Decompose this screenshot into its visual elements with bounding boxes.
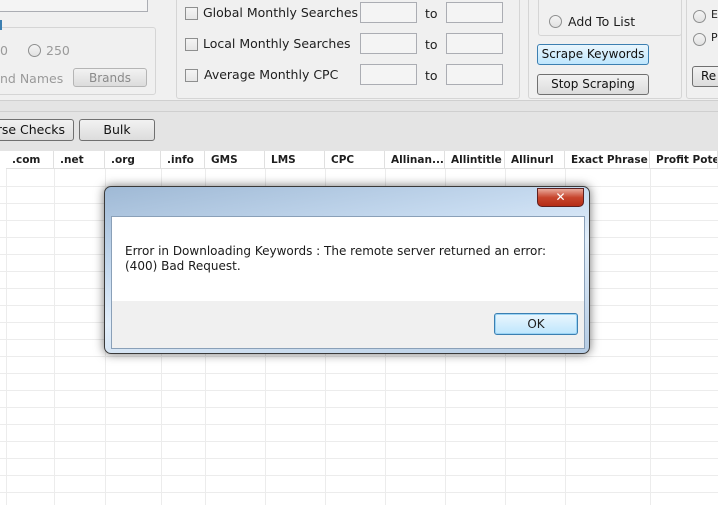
radio-250-label: 250 — [46, 43, 70, 58]
close-icon[interactable]: ✕ — [537, 188, 584, 207]
brands-button[interactable]: Brands — [73, 68, 147, 87]
grid-column-line — [6, 169, 7, 505]
column-header-allinanchor[interactable]: Allinan... — [385, 151, 445, 169]
right-radio-1[interactable] — [693, 10, 706, 23]
cpc-to-label: to — [425, 68, 438, 83]
error-dialog: ✕ Error in Downloading Keywords : The re… — [104, 186, 590, 354]
grid-row-line — [0, 458, 718, 459]
cpc-min-input[interactable] — [360, 64, 417, 85]
column-header-net[interactable]: .net — [54, 151, 105, 169]
ok-button[interactable]: OK — [494, 313, 578, 335]
column-header-lms[interactable]: LMS — [265, 151, 325, 169]
scrape-keywords-button[interactable]: Scrape Keywords — [537, 44, 649, 65]
add-to-list-radio[interactable] — [549, 15, 562, 28]
right-radio-1-label: E — [711, 8, 718, 21]
grid-row-line — [0, 373, 718, 374]
dialog-footer: OK — [112, 301, 584, 348]
grid-row-line — [0, 390, 718, 391]
error-message: Error in Downloading Keywords : The remo… — [125, 244, 547, 273]
reverse-checks-button[interactable]: rse Checks — [0, 119, 74, 141]
grid-column-line — [54, 169, 55, 505]
right-radio-2-label: P — [711, 31, 718, 44]
grid-row-line — [0, 424, 718, 425]
column-header-allintitle[interactable]: Allintitle — [445, 151, 505, 169]
global-to-label: to — [425, 6, 438, 21]
cpc-label: Average Monthly CPC — [204, 67, 339, 82]
column-header-info[interactable]: .info — [161, 151, 205, 169]
column-header-allinurl[interactable]: Allinurl — [505, 151, 565, 169]
left-text-field[interactable] — [0, 0, 148, 12]
bulk-button[interactable]: Bulk — [79, 119, 155, 141]
column-header-com[interactable]: .com — [6, 151, 54, 169]
radio-250[interactable] — [28, 44, 41, 57]
local-searches-label: Local Monthly Searches — [203, 36, 351, 51]
column-header-cpc[interactable]: CPC — [325, 151, 385, 169]
global-max-input[interactable] — [446, 2, 503, 23]
grid-row-line — [0, 475, 718, 476]
global-searches-label: Global Monthly Searches — [203, 5, 359, 20]
grid-row-line — [0, 407, 718, 408]
left-blue-accent — [0, 20, 2, 30]
column-header-profit-potential[interactable]: Profit Poten — [650, 151, 718, 169]
right-radio-2[interactable] — [693, 33, 706, 46]
add-to-list-label: Add To List — [568, 14, 636, 29]
grid-row-line — [0, 356, 718, 357]
grid-row-line — [0, 492, 718, 493]
cpc-max-input[interactable] — [446, 64, 503, 85]
local-to-label: to — [425, 37, 438, 52]
local-searches-checkbox[interactable] — [185, 38, 198, 51]
radio-a-label: 0 — [0, 43, 8, 58]
global-min-input[interactable] — [360, 2, 417, 23]
brand-names-label: nd Names — [0, 71, 64, 86]
grid-column-line — [650, 169, 651, 505]
grid-row-line — [0, 441, 718, 442]
column-header-org[interactable]: .org — [105, 151, 161, 169]
column-header-gms[interactable]: GMS — [205, 151, 265, 169]
stop-scraping-button[interactable]: Stop Scraping — [537, 74, 649, 95]
toolbar-separator — [0, 111, 718, 112]
cpc-checkbox[interactable] — [185, 69, 198, 82]
column-header-exact-phrase[interactable]: Exact Phrase — [565, 151, 650, 169]
local-max-input[interactable] — [446, 33, 503, 54]
dialog-content: Error in Downloading Keywords : The remo… — [111, 216, 585, 349]
local-min-input[interactable] — [360, 33, 417, 54]
global-searches-checkbox[interactable] — [185, 7, 198, 20]
right-cut-button[interactable]: Re — [692, 66, 718, 87]
